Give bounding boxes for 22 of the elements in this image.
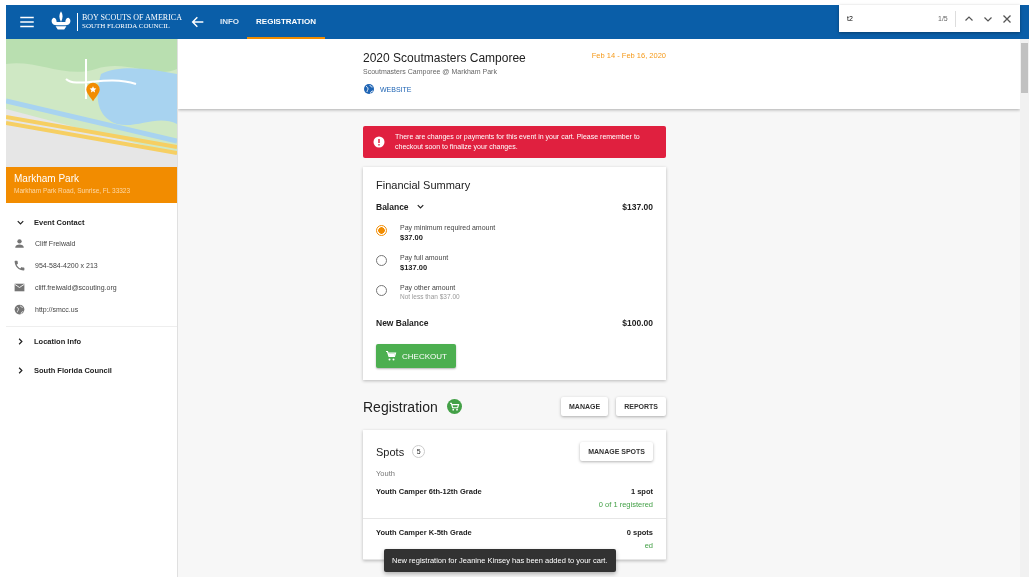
scrollbar[interactable] (1020, 39, 1029, 577)
scroll-thumb[interactable] (1021, 43, 1028, 93)
balance-label: Balance (376, 201, 409, 212)
radio-button[interactable] (376, 225, 387, 236)
cart-badge-icon (446, 399, 462, 414)
new-balance-amount: $100.00 (622, 318, 653, 328)
card-title: Spots (376, 445, 405, 458)
nav-tab[interactable]: INFO (211, 5, 248, 39)
card-title: Financial Summary (376, 179, 472, 191)
location-name: Markham Park (14, 173, 80, 184)
event-title: 2020 Scoutmasters Camporee (363, 51, 526, 65)
back-arrow-icon[interactable] (189, 14, 206, 30)
new-balance-label: New Balance (376, 318, 429, 328)
cart-icon (385, 350, 397, 362)
alert-icon (373, 136, 385, 148)
person-icon (13, 236, 26, 250)
balance-amount: $137.00 (622, 201, 653, 212)
section-title: Registration (363, 398, 438, 415)
globe-icon (363, 83, 375, 95)
phone-icon (13, 258, 26, 272)
close-icon[interactable] (1000, 12, 1013, 25)
globe-icon (13, 302, 26, 316)
